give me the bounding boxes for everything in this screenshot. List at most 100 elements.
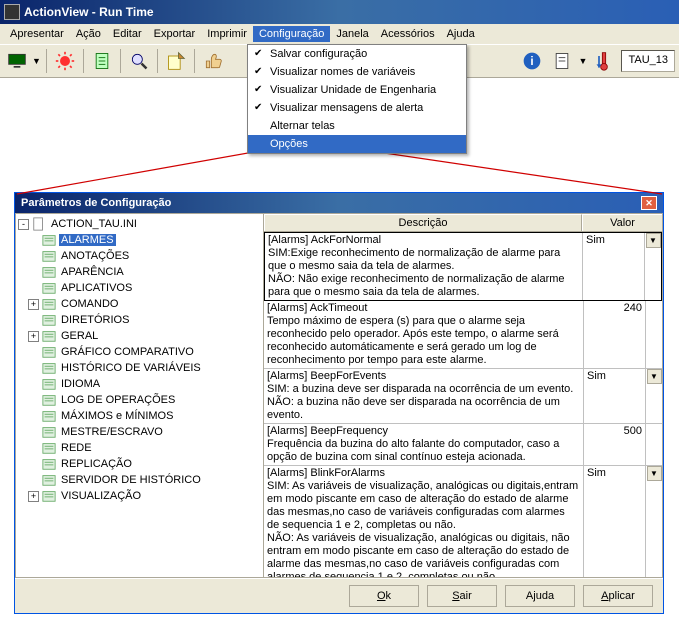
- toolbar-thumbsup-icon[interactable]: [200, 48, 226, 74]
- tree-item[interactable]: MÁXIMOS e MÍNIMOS: [18, 408, 261, 424]
- chevron-down-icon[interactable]: ▼: [646, 233, 661, 248]
- dialog-title: Parâmetros de Configuração: [21, 197, 171, 209]
- grid-row[interactable]: [Alarms] BeepFrequencyFrequência da buzi…: [264, 424, 662, 466]
- menu-janela[interactable]: Janela: [330, 26, 374, 42]
- section-icon: [42, 457, 56, 471]
- grid-cell-value[interactable]: 500: [584, 424, 646, 465]
- tree-item-label: LOG DE OPERAÇÕES: [59, 394, 177, 406]
- tree-item[interactable]: MESTRE/ESCRAVO: [18, 424, 261, 440]
- dd-visualizar-nomes[interactable]: Visualizar nomes de variáveis: [248, 63, 466, 81]
- section-icon: [42, 313, 56, 327]
- svg-text:i: i: [530, 55, 533, 68]
- toolbar-page-icon[interactable]: [549, 48, 575, 74]
- tree-item-label: GERAL: [59, 330, 100, 342]
- ok-button[interactable]: Ok: [349, 585, 419, 607]
- tree-item[interactable]: + COMANDO: [18, 296, 261, 312]
- grid-header-desc[interactable]: Descrição: [264, 214, 582, 231]
- grid-cell-value[interactable]: Sim: [583, 233, 645, 300]
- tree-item[interactable]: APLICATIVOS: [18, 280, 261, 296]
- dd-visualizar-mensagens[interactable]: Visualizar mensagens de alerta: [248, 99, 466, 117]
- dd-alternar-telas[interactable]: Alternar telas: [248, 117, 466, 135]
- aplicar-button[interactable]: Aplicar: [583, 585, 653, 607]
- tree-item[interactable]: SERVIDOR DE HISTÓRICO: [18, 472, 261, 488]
- menu-ajuda[interactable]: Ajuda: [441, 26, 481, 42]
- section-icon: [42, 233, 56, 247]
- section-icon: [42, 377, 56, 391]
- toolbar-info-icon[interactable]: i: [519, 48, 545, 74]
- dd-opcoes[interactable]: Opções: [248, 135, 466, 153]
- tree-item[interactable]: LOG DE OPERAÇÕES: [18, 392, 261, 408]
- tree-root[interactable]: - ACTION_TAU.INI: [18, 216, 261, 232]
- tree-item[interactable]: DIRETÓRIOS: [18, 312, 261, 328]
- grid-cell-desc: [Alarms] BlinkForAlarmsSIM: As variáveis…: [264, 466, 584, 577]
- tree-root-label: ACTION_TAU.INI: [49, 218, 139, 230]
- tree-item[interactable]: ALARMES: [18, 232, 261, 248]
- tree-item[interactable]: REPLICAÇÃO: [18, 456, 261, 472]
- grid-row[interactable]: [Alarms] BlinkForAlarmsSIM: As variáveis…: [264, 466, 662, 577]
- file-icon: [32, 217, 46, 231]
- dropdown-arrow-icon[interactable]: ▼: [32, 56, 41, 66]
- grid-cell-dropdown[interactable]: ▼: [646, 369, 662, 423]
- grid-body[interactable]: [Alarms] AckForNormalSIM:Exige reconheci…: [264, 232, 662, 577]
- grid-row[interactable]: [Alarms] AckForNormalSIM:Exige reconheci…: [264, 232, 662, 301]
- section-icon: [42, 329, 56, 343]
- section-icon: [42, 249, 56, 263]
- tree-item[interactable]: APARÊNCIA: [18, 264, 261, 280]
- toolbar-sun-icon[interactable]: [52, 48, 78, 74]
- section-icon: [42, 281, 56, 295]
- title-bar: ActionView - Run Time: [0, 0, 679, 24]
- grid-header: Descrição Valor: [264, 214, 662, 232]
- tree-item-label: IDIOMA: [59, 378, 102, 390]
- toolbar-document-icon[interactable]: [89, 48, 115, 74]
- menu-exportar[interactable]: Exportar: [148, 26, 202, 42]
- toolbar-edit-icon[interactable]: [163, 48, 189, 74]
- menu-configuracao[interactable]: Configuração: [253, 26, 330, 42]
- tree-item-label: COMANDO: [59, 298, 120, 310]
- dropdown-arrow-icon[interactable]: ▼: [579, 56, 588, 66]
- tree-item[interactable]: IDIOMA: [18, 376, 261, 392]
- section-icon: [42, 265, 56, 279]
- menu-apresentar[interactable]: Apresentar: [4, 26, 70, 42]
- dd-salvar-config[interactable]: Salvar configuração: [248, 45, 466, 63]
- grid-cell-desc: [Alarms] BeepFrequencyFrequência da buzi…: [264, 424, 584, 465]
- grid-cell-value[interactable]: Sim: [584, 369, 646, 423]
- tree-item-label: MESTRE/ESCRAVO: [59, 426, 165, 438]
- grid-cell-value[interactable]: 240: [584, 301, 646, 368]
- tree-item-label: SERVIDOR DE HISTÓRICO: [59, 474, 203, 486]
- toolbar-monitor-icon[interactable]: [4, 48, 30, 74]
- expand-icon[interactable]: +: [28, 491, 39, 502]
- menu-imprimir[interactable]: Imprimir: [201, 26, 253, 42]
- tree-item-label: HISTÓRICO DE VARIÁVEIS: [59, 362, 203, 374]
- tree-item[interactable]: ANOTAÇÕES: [18, 248, 261, 264]
- tree-item[interactable]: HISTÓRICO DE VARIÁVEIS: [18, 360, 261, 376]
- menu-bar: Apresentar Ação Editar Exportar Imprimir…: [0, 24, 679, 44]
- expand-icon[interactable]: +: [28, 299, 39, 310]
- chevron-down-icon[interactable]: ▼: [647, 369, 662, 384]
- grid-cell-dropdown[interactable]: ▼: [646, 466, 662, 577]
- sair-button[interactable]: Sair: [427, 585, 497, 607]
- dialog-titlebar: Parâmetros de Configuração ✕: [15, 193, 663, 213]
- menu-acao[interactable]: Ação: [70, 26, 107, 42]
- ajuda-button[interactable]: Ajuda: [505, 585, 575, 607]
- config-tree[interactable]: - ACTION_TAU.INI ALARMESANOTAÇÕESAPARÊNC…: [16, 214, 264, 577]
- grid-cell-value[interactable]: Sim: [584, 466, 646, 577]
- dd-visualizar-unidade[interactable]: Visualizar Unidade de Engenharia: [248, 81, 466, 99]
- toolbar-thermometer-icon[interactable]: [591, 48, 617, 74]
- tree-item[interactable]: + GERAL: [18, 328, 261, 344]
- grid-header-value[interactable]: Valor: [582, 214, 662, 231]
- tree-item[interactable]: +VISUALIZAÇÃO: [18, 488, 261, 504]
- collapse-icon[interactable]: -: [18, 219, 29, 230]
- grid-cell-desc: [Alarms] AckTimeoutTempo máximo de esper…: [264, 301, 584, 368]
- tree-item[interactable]: REDE: [18, 440, 261, 456]
- toolbar-magnifier-icon[interactable]: [126, 48, 152, 74]
- tree-item[interactable]: GRÁFICO COMPARATIVO: [18, 344, 261, 360]
- close-icon[interactable]: ✕: [641, 196, 657, 210]
- expand-icon[interactable]: +: [28, 331, 39, 342]
- grid-cell-dropdown[interactable]: ▼: [645, 233, 661, 300]
- menu-acessorios[interactable]: Acessórios: [375, 26, 441, 42]
- menu-editar[interactable]: Editar: [107, 26, 148, 42]
- tree-item-label: DIRETÓRIOS: [59, 314, 131, 326]
- grid-row[interactable]: [Alarms] BeepForEventsSIM: a buzina deve…: [264, 369, 662, 424]
- grid-row[interactable]: [Alarms] AckTimeoutTempo máximo de esper…: [264, 301, 662, 369]
- chevron-down-icon[interactable]: ▼: [647, 466, 662, 481]
